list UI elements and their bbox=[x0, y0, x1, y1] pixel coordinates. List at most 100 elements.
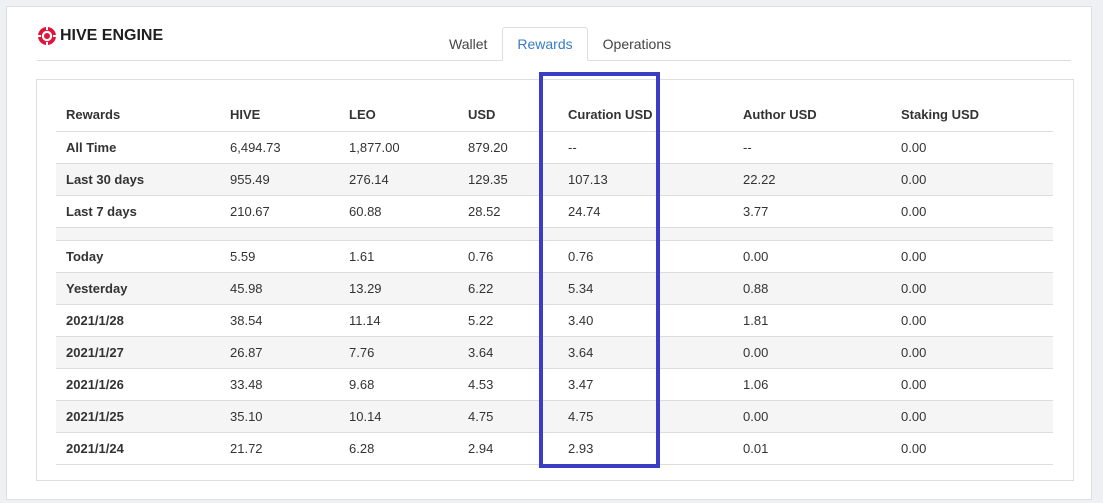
row-label-cell: 2021/1/27 bbox=[56, 336, 220, 369]
table-cell: 1,877.00 bbox=[339, 131, 458, 164]
hive-engine-logo[interactable]: HIVE ENGINE bbox=[37, 26, 163, 46]
spacer-cell bbox=[56, 227, 1053, 241]
table-cell: 3.64 bbox=[458, 336, 558, 369]
row-label-cell: Last 30 days bbox=[56, 163, 220, 196]
column-header-leo: LEO bbox=[339, 98, 458, 132]
table-cell: 5.22 bbox=[458, 304, 558, 337]
table-cell: 5.34 bbox=[558, 272, 733, 305]
table-cell: 22.22 bbox=[733, 163, 891, 196]
table-cell: 4.75 bbox=[558, 400, 733, 433]
column-header-staking-usd: Staking USD bbox=[891, 98, 1053, 132]
table-cell: 21.72 bbox=[220, 432, 339, 465]
table-cell: 24.74 bbox=[558, 195, 733, 228]
table-spacer-row bbox=[56, 227, 1053, 241]
table-cell: 6.22 bbox=[458, 272, 558, 305]
table-cell: 60.88 bbox=[339, 195, 458, 228]
table-cell: 0.76 bbox=[558, 240, 733, 273]
table-cell: 0.00 bbox=[891, 240, 1053, 273]
table-cell: 13.29 bbox=[339, 272, 458, 305]
table-cell: 0.01 bbox=[733, 432, 891, 465]
tab-bar: Wallet Rewards Operations bbox=[434, 27, 686, 61]
row-label-cell: 2021/1/26 bbox=[56, 368, 220, 401]
table-cell: 9.68 bbox=[339, 368, 458, 401]
table-cell: 3.64 bbox=[558, 336, 733, 369]
table-cell: 210.67 bbox=[220, 195, 339, 228]
table-cell: 0.00 bbox=[891, 272, 1053, 305]
table-cell: 0.00 bbox=[733, 400, 891, 433]
table-cell: 0.00 bbox=[733, 336, 891, 369]
table-cell: 3.40 bbox=[558, 304, 733, 337]
table-cell: 45.98 bbox=[220, 272, 339, 305]
table-cell: 3.47 bbox=[558, 368, 733, 401]
table-cell: 0.00 bbox=[891, 131, 1053, 164]
table-row: Today 5.59 1.61 0.76 0.76 0.00 0.00 bbox=[56, 240, 1053, 273]
row-label-cell: Today bbox=[56, 240, 220, 273]
table-cell: 1.61 bbox=[339, 240, 458, 273]
tab-wallet[interactable]: Wallet bbox=[434, 27, 502, 61]
table-cell: 0.76 bbox=[458, 240, 558, 273]
column-header-usd: USD bbox=[458, 98, 558, 132]
table-cell: 107.13 bbox=[558, 163, 733, 196]
table-cell: 955.49 bbox=[220, 163, 339, 196]
table-cell: 0.00 bbox=[891, 195, 1053, 228]
table-cell: 879.20 bbox=[458, 131, 558, 164]
table-cell: 4.53 bbox=[458, 368, 558, 401]
table-row: All Time 6,494.73 1,877.00 879.20 -- -- 0.00 bbox=[56, 131, 1053, 164]
table-cell: 2.94 bbox=[458, 432, 558, 465]
table-header-row: Rewards HIVE LEO USD Curation USD Author… bbox=[56, 98, 1053, 132]
rewards-table: Rewards HIVE LEO USD Curation USD Author… bbox=[56, 98, 1053, 465]
column-header-curation-usd: Curation USD bbox=[558, 98, 733, 132]
table-cell: 33.48 bbox=[220, 368, 339, 401]
tab-rewards[interactable]: Rewards bbox=[502, 27, 588, 61]
table-cell: 0.00 bbox=[891, 336, 1053, 369]
table-cell: 6.28 bbox=[339, 432, 458, 465]
table-row: 2021/1/24 21.72 6.28 2.94 2.93 0.01 0.00 bbox=[56, 432, 1053, 465]
table-cell: -- bbox=[558, 131, 733, 164]
table-body: All Time 6,494.73 1,877.00 879.20 -- -- 0.00 La… bbox=[56, 131, 1053, 465]
table-cell: 4.75 bbox=[458, 400, 558, 433]
row-label-cell: 2021/1/28 bbox=[56, 304, 220, 337]
row-label-cell: Last 7 days bbox=[56, 195, 220, 228]
tab-operations[interactable]: Operations bbox=[588, 27, 686, 61]
row-label-cell: Yesterday bbox=[56, 272, 220, 305]
page-container: HIVE ENGINE Wallet Rewards Operations Re… bbox=[6, 6, 1092, 500]
table-cell: 0.00 bbox=[891, 400, 1053, 433]
table-cell: 28.52 bbox=[458, 195, 558, 228]
row-label-cell: All Time bbox=[56, 131, 220, 164]
table-row: Last 30 days 955.49 276.14 129.35 107.13 22.2… bbox=[56, 163, 1053, 196]
table-cell: 35.10 bbox=[220, 400, 339, 433]
table-cell: 5.59 bbox=[220, 240, 339, 273]
table-cell: 0.00 bbox=[891, 432, 1053, 465]
row-label-cell: 2021/1/25 bbox=[56, 400, 220, 433]
rewards-panel: Rewards HIVE LEO USD Curation USD Author… bbox=[36, 79, 1074, 481]
table-row: 2021/1/25 35.10 10.14 4.75 4.75 0.00 0.00 bbox=[56, 400, 1053, 433]
brand-name: HIVE ENGINE bbox=[60, 27, 164, 44]
table-row: 2021/1/28 38.54 11.14 5.22 3.40 1.81 0.00 bbox=[56, 304, 1053, 337]
column-header-rewards: Rewards bbox=[56, 98, 220, 132]
table-cell: 0.00 bbox=[891, 368, 1053, 401]
table-cell: 1.81 bbox=[733, 304, 891, 337]
table-cell: 129.35 bbox=[458, 163, 558, 196]
table-row: 2021/1/26 33.48 9.68 4.53 3.47 1.06 0.00 bbox=[56, 368, 1053, 401]
table-row: Last 7 days 210.67 60.88 28.52 24.74 3.77 0.00 bbox=[56, 195, 1053, 228]
table-cell: 38.54 bbox=[220, 304, 339, 337]
table-cell: 0.88 bbox=[733, 272, 891, 305]
table-cell: 1.06 bbox=[733, 368, 891, 401]
table-cell: 11.14 bbox=[339, 304, 458, 337]
table-cell: 2.93 bbox=[558, 432, 733, 465]
table-row: 2021/1/27 26.87 7.76 3.64 3.64 0.00 0.00 bbox=[56, 336, 1053, 369]
table-row: Yesterday 45.98 13.29 6.22 5.34 0.88 0.00 bbox=[56, 272, 1053, 305]
column-header-hive: HIVE bbox=[220, 98, 339, 132]
table-cell: 0.00 bbox=[733, 240, 891, 273]
table-cell: 0.00 bbox=[891, 163, 1053, 196]
row-label-cell: 2021/1/24 bbox=[56, 432, 220, 465]
column-header-author-usd: Author USD bbox=[733, 98, 891, 132]
table-cell: 6,494.73 bbox=[220, 131, 339, 164]
table-cell: 26.87 bbox=[220, 336, 339, 369]
table-cell: 276.14 bbox=[339, 163, 458, 196]
table-cell: 10.14 bbox=[339, 400, 458, 433]
table-cell: 3.77 bbox=[733, 195, 891, 228]
table-cell: -- bbox=[733, 131, 891, 164]
hive-engine-logo-icon bbox=[37, 26, 57, 46]
table-cell: 7.76 bbox=[339, 336, 458, 369]
